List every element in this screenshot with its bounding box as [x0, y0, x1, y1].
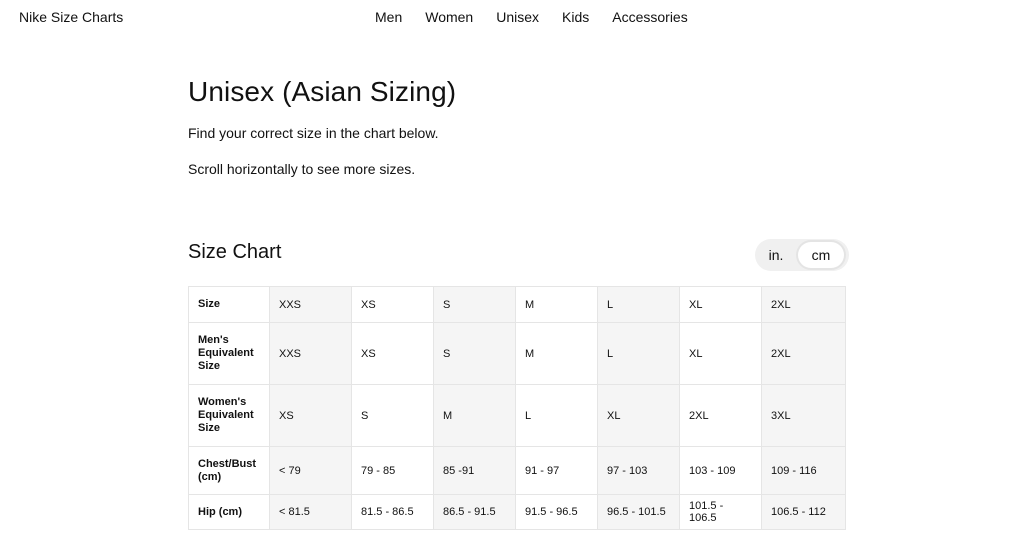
table-cell: 97 - 103 — [597, 446, 680, 495]
table-cell: 85 -91 — [433, 446, 516, 495]
page-title: Unisex (Asian Sizing) — [188, 76, 457, 107]
table-cell: S — [433, 322, 516, 385]
table-cell: 109 - 116 — [761, 446, 846, 495]
table-row-chest: Chest/Bust (cm) < 79 79 - 85 85 -91 91 -… — [188, 446, 846, 495]
table-cell: < 79 — [269, 446, 352, 495]
table-cell: XXS — [269, 322, 352, 385]
table-cell: XS — [269, 384, 352, 447]
table-cell: XL — [679, 322, 762, 385]
row-label: Women's Equivalent Size — [188, 384, 270, 447]
table-cell: 86.5 - 91.5 — [433, 494, 516, 530]
table-cell: M — [515, 286, 598, 323]
unit-cm-button[interactable]: cm — [798, 242, 844, 268]
table-cell: 79 - 85 — [351, 446, 434, 495]
table-cell: 96.5 - 101.5 — [597, 494, 680, 530]
table-cell: 91.5 - 96.5 — [515, 494, 598, 530]
table-cell: S — [433, 286, 516, 323]
table-cell: 103 - 109 — [679, 446, 762, 495]
unit-toggle: in. cm — [755, 239, 849, 271]
table-cell: XS — [351, 286, 434, 323]
table-cell: < 81.5 — [269, 494, 352, 530]
table-cell: 3XL — [761, 384, 846, 447]
table-cell: 2XL — [679, 384, 762, 447]
row-label: Men's Equivalent Size — [188, 322, 270, 385]
table-cell: M — [433, 384, 516, 447]
scroll-hint: Scroll horizontally to see more sizes. — [188, 161, 416, 177]
nav-link-men[interactable]: Men — [375, 9, 402, 25]
table-cell: 106.5 - 112 — [761, 494, 846, 530]
nav-link-unisex[interactable]: Unisex — [496, 9, 539, 25]
intro-text: Find your correct size in the chart belo… — [188, 125, 439, 141]
table-cell: M — [515, 322, 598, 385]
table-cell: XS — [351, 322, 434, 385]
table-cell: L — [597, 322, 680, 385]
table-row-womens-size: Women's Equivalent Size XS S M L XL 2XL … — [188, 384, 846, 447]
table-cell: 101.5 - 106.5 — [679, 494, 762, 530]
unit-inch-button[interactable]: in. — [755, 239, 797, 271]
row-label: Hip (cm) — [188, 494, 270, 530]
table-cell: 2XL — [761, 322, 846, 385]
row-label: Size — [188, 286, 270, 323]
table-cell: XL — [597, 384, 680, 447]
table-cell: XL — [679, 286, 762, 323]
table-cell: 81.5 - 86.5 — [351, 494, 434, 530]
table-row-mens-size: Men's Equivalent Size XXS XS S M L XL 2X… — [188, 322, 846, 385]
table-cell: XXS — [269, 286, 352, 323]
nav-link-women[interactable]: Women — [425, 9, 473, 25]
nav-link-accessories[interactable]: Accessories — [612, 9, 687, 25]
table-cell: 91 - 97 — [515, 446, 598, 495]
brand-link[interactable]: Nike Size Charts — [19, 9, 123, 25]
table-row-hip: Hip (cm) < 81.5 81.5 - 86.5 86.5 - 91.5 … — [188, 494, 846, 530]
nav-link-kids[interactable]: Kids — [562, 9, 589, 25]
table-cell: L — [597, 286, 680, 323]
size-table: Size XXS XS S M L XL 2XL Men's Equivalen… — [188, 286, 846, 530]
table-cell: S — [351, 384, 434, 447]
row-label: Chest/Bust (cm) — [188, 446, 270, 495]
size-chart-title: Size Chart — [188, 241, 282, 263]
table-row-size: Size XXS XS S M L XL 2XL — [188, 286, 846, 323]
table-cell: L — [515, 384, 598, 447]
top-nav: Men Women Unisex Kids Accessories — [375, 9, 711, 25]
table-cell: 2XL — [761, 286, 846, 323]
